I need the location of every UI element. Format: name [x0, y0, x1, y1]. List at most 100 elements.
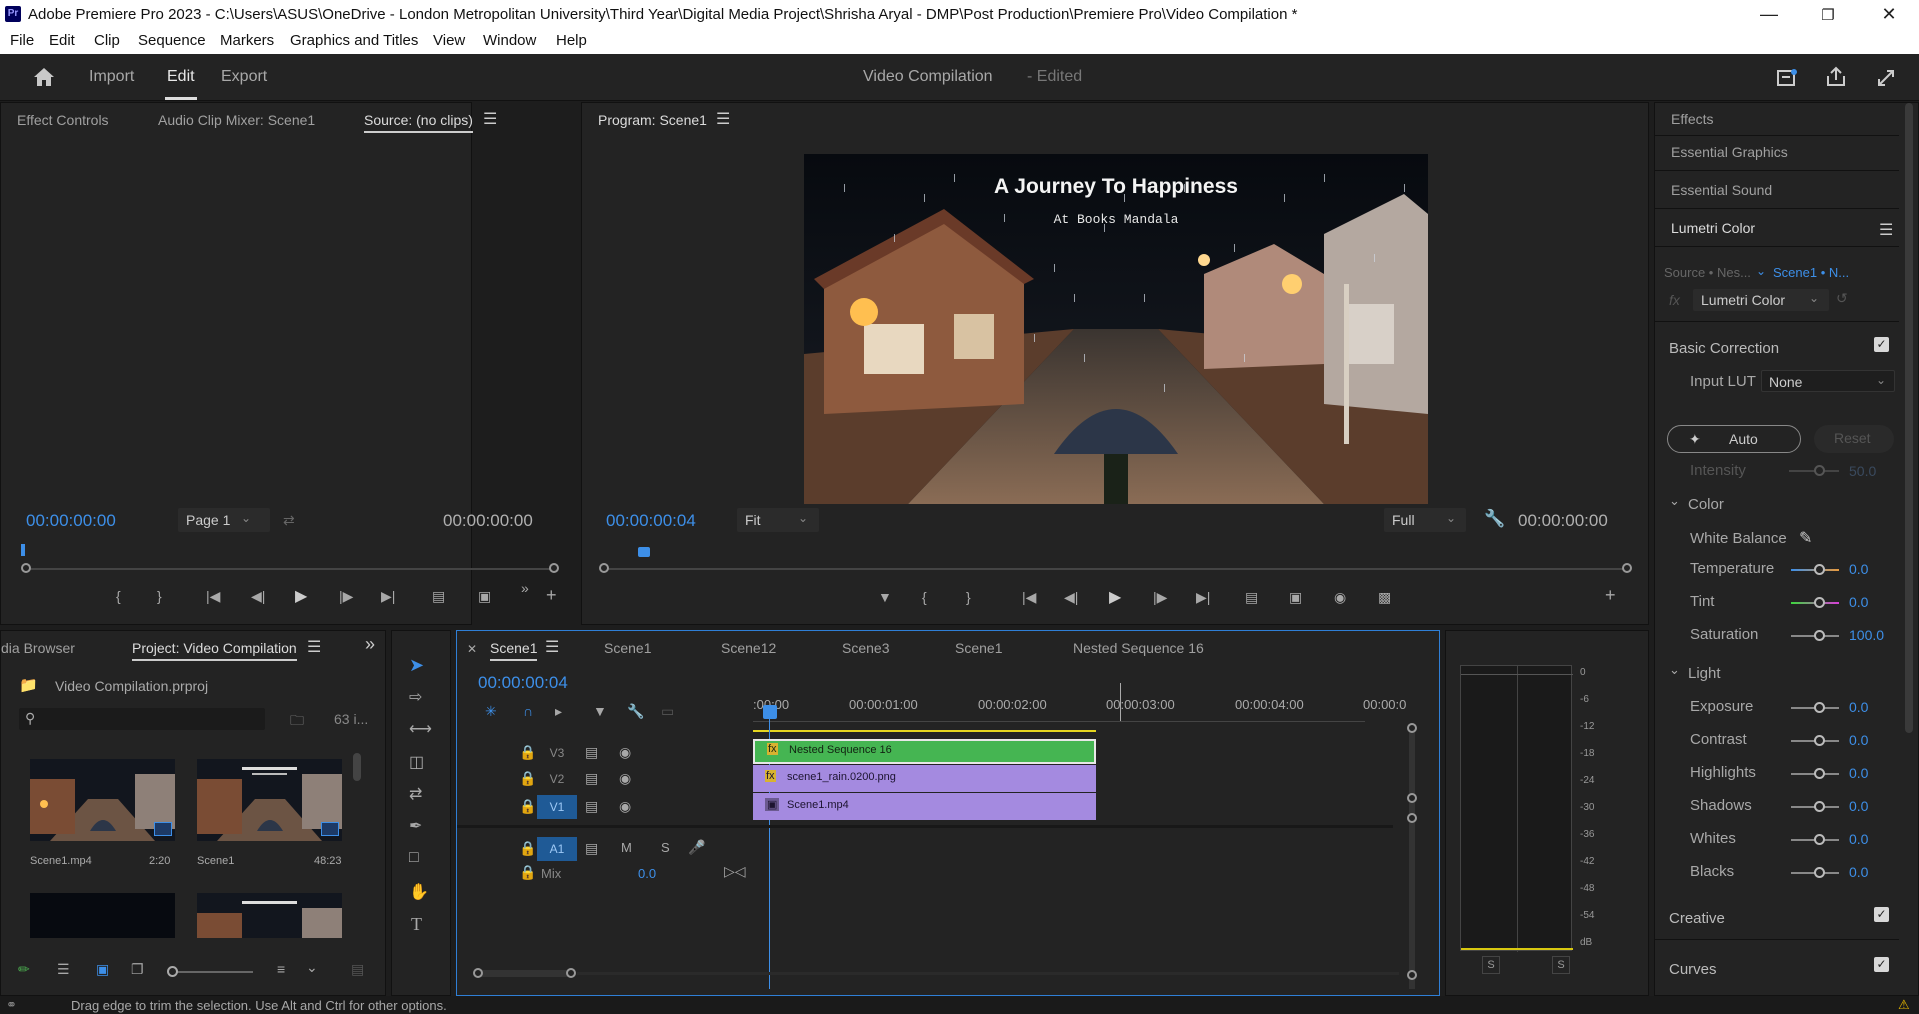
color-collapse-icon[interactable]: ⌄: [1669, 493, 1680, 509]
sync-lock-icon[interactable]: ▤: [585, 744, 598, 761]
tab-sequence[interactable]: Scene1: [490, 640, 538, 661]
param-value[interactable]: 0.0: [1849, 864, 1868, 880]
mark-in-icon[interactable]: {: [116, 588, 121, 604]
export-frame-icon[interactable]: ◉: [1334, 589, 1346, 606]
quality-dropdown[interactable]: Full ⌄: [1384, 508, 1466, 532]
share-icon[interactable]: [1825, 66, 1847, 88]
tab-media-browser[interactable]: dia Browser: [1, 640, 75, 656]
auto-button[interactable]: ✦ Auto: [1667, 425, 1801, 453]
program-timecode[interactable]: 00:00:00:04: [606, 511, 696, 531]
sync-lock-icon[interactable]: ▤: [585, 840, 598, 857]
tab-edit[interactable]: Edit: [167, 68, 195, 86]
go-to-out-icon[interactable]: ▶|: [381, 588, 395, 605]
page-dropdown[interactable]: Page 1 ⌄: [178, 508, 270, 532]
razor-tool-icon[interactable]: ◫: [409, 752, 424, 772]
list-view-icon[interactable]: ☰: [57, 961, 70, 978]
lock-icon[interactable]: 🔒: [519, 864, 536, 881]
param-knob[interactable]: [1814, 597, 1825, 608]
param-knob[interactable]: [1814, 564, 1825, 575]
lumetri-color-header[interactable]: Lumetri Color ☰: [1655, 214, 1899, 247]
chevron-down-icon[interactable]: ⌄: [306, 959, 318, 976]
menu-markers[interactable]: Markers: [220, 32, 274, 49]
param-value[interactable]: 0.0: [1849, 561, 1868, 577]
mark-in-icon[interactable]: {: [922, 589, 927, 605]
eye-icon[interactable]: ◉: [619, 798, 631, 815]
curves-checkbox[interactable]: ✓: [1874, 957, 1889, 972]
slip-tool-icon[interactable]: ⇄: [409, 784, 422, 804]
track-label[interactable]: A1: [537, 837, 577, 861]
wrench-icon[interactable]: 🔧: [1484, 509, 1505, 529]
work-area-bar[interactable]: [753, 730, 1096, 732]
project-search-input[interactable]: ⚲: [19, 708, 265, 730]
add-marker-icon[interactable]: ▼: [593, 703, 607, 719]
add-button-icon[interactable]: +: [1605, 585, 1616, 606]
tab-sequence[interactable]: Scene12: [721, 640, 776, 656]
program-playhead[interactable]: [638, 547, 650, 557]
solo-left-button[interactable]: S: [1482, 956, 1500, 974]
go-to-end-icon[interactable]: ▷◁: [724, 863, 746, 880]
clip-nested-sequence[interactable]: fx Nested Sequence 16: [753, 739, 1096, 764]
menu-edit[interactable]: Edit: [49, 32, 75, 49]
more-controls-icon[interactable]: »: [521, 580, 529, 596]
timeline-hscroll[interactable]: [477, 970, 570, 977]
step-forward-icon[interactable]: |▶: [1153, 589, 1167, 606]
sequence-clip-label[interactable]: Scene1 • N...: [1773, 265, 1849, 280]
overwrite-icon[interactable]: ▣: [478, 588, 491, 605]
thumbnail-scene[interactable]: [197, 893, 342, 938]
basic-correction-checkbox[interactable]: ✓: [1874, 337, 1889, 352]
play-icon[interactable]: ▶: [1109, 587, 1121, 607]
tab-audio-clip-mixer[interactable]: Audio Clip Mixer: Scene1: [158, 112, 315, 128]
tab-export[interactable]: Export: [221, 68, 267, 86]
ripple-edit-tool-icon[interactable]: ⟷: [409, 719, 432, 739]
param-knob[interactable]: [1814, 801, 1825, 812]
hand-tool-icon[interactable]: ✋: [409, 882, 429, 902]
tab-project[interactable]: Project: Video Compilation: [132, 640, 297, 661]
menu-help[interactable]: Help: [556, 32, 587, 49]
program-scrubber[interactable]: [604, 568, 1626, 570]
go-to-in-icon[interactable]: |◀: [1022, 589, 1036, 606]
tab-import[interactable]: Import: [89, 68, 134, 86]
input-lut-dropdown[interactable]: None ⌄: [1761, 370, 1895, 392]
sequence-menu-icon[interactable]: ☰: [545, 637, 559, 657]
mark-out-icon[interactable]: }: [966, 589, 971, 605]
lock-icon[interactable]: 🔒: [519, 744, 536, 761]
program-title[interactable]: Program: Scene1: [598, 112, 707, 128]
timeline-timecode[interactable]: 00:00:00:04: [478, 673, 568, 693]
captions-icon[interactable]: ▭: [661, 703, 674, 720]
lock-icon[interactable]: 🔒: [519, 840, 536, 857]
step-back-icon[interactable]: ◀|: [1064, 589, 1078, 606]
snap-icon[interactable]: ∩: [523, 703, 533, 719]
timeline-settings-icon[interactable]: 🔧: [627, 703, 644, 720]
menu-graphics[interactable]: Graphics and Titles: [290, 32, 418, 49]
creative-label[interactable]: Creative: [1669, 910, 1725, 927]
restore-icon[interactable]: ❐: [1813, 6, 1843, 24]
program-menu-icon[interactable]: ☰: [716, 109, 730, 129]
eye-icon[interactable]: ◉: [619, 770, 631, 787]
clip-scene1-mp4[interactable]: ▣ Scene1.mp4: [753, 793, 1096, 820]
add-marker-icon[interactable]: ▼: [878, 589, 892, 605]
track-label[interactable]: V1: [537, 795, 577, 819]
type-tool-icon[interactable]: T: [411, 914, 422, 935]
go-to-in-icon[interactable]: |◀: [206, 588, 220, 605]
selection-tool-icon[interactable]: ➤: [409, 655, 424, 676]
solo-button[interactable]: S: [661, 840, 670, 855]
timeline-vscroll[interactable]: [1409, 727, 1415, 989]
step-forward-icon[interactable]: |▶: [339, 588, 353, 605]
clip-rain-png[interactable]: fx scene1_rain.0200.png: [753, 765, 1096, 792]
color-section-label[interactable]: Color: [1688, 496, 1724, 513]
reset-button[interactable]: Reset: [1814, 425, 1894, 453]
comparison-view-icon[interactable]: ▩: [1378, 589, 1391, 606]
automate-icon[interactable]: ▤: [351, 961, 364, 978]
fit-dropdown[interactable]: Fit ⌄: [737, 508, 819, 532]
param-value[interactable]: 100.0: [1849, 627, 1884, 643]
new-bin-icon[interactable]: 🗀: [290, 710, 304, 734]
thumbnail-rain[interactable]: [30, 893, 175, 938]
insert-icon[interactable]: ▤: [432, 588, 445, 605]
menu-window[interactable]: Window: [483, 32, 536, 49]
lock-icon[interactable]: 🔒: [519, 798, 536, 815]
extract-icon[interactable]: ▣: [1289, 589, 1302, 606]
project-menu-icon[interactable]: ☰: [307, 637, 321, 657]
solo-right-button[interactable]: S: [1552, 956, 1570, 974]
curves-label[interactable]: Curves: [1669, 961, 1717, 978]
eye-icon[interactable]: ◉: [619, 744, 631, 761]
